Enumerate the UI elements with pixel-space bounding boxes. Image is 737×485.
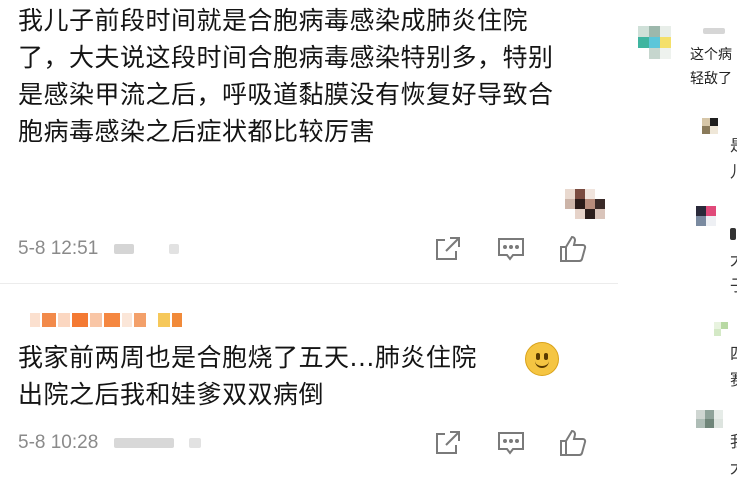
comment-text-line: 出院之后我和娃爹双双病倒 [18, 380, 325, 409]
thumbs-up-icon[interactable] [558, 234, 588, 264]
reply-text: 儿 [730, 158, 737, 182]
avatar[interactable] [714, 322, 728, 336]
reply-text: 大 [730, 246, 737, 270]
comment-text: 我家前两周也是合胞烧了五天...肺炎住院 出院之后我和娃爹双双病倒 [18, 339, 598, 413]
comment-text-line: 我家前两周也是合胞烧了五天...肺炎住院 [18, 343, 477, 372]
location-blur [168, 243, 179, 254]
reply-text: 大 [730, 454, 737, 478]
location-blur [188, 437, 201, 448]
side-thread: 这个病 轻敌了 是 儿 大 子 四 赛 我 大 [618, 0, 737, 485]
smile-emoji-icon [525, 342, 559, 376]
avatar[interactable] [696, 410, 723, 428]
reply-text: 四 [730, 340, 737, 364]
location-blur [113, 243, 134, 254]
comment-time: 5-8 12:51 [18, 238, 99, 259]
username-blur[interactable] [730, 228, 736, 240]
comment-meta: 5-8 12:51 [18, 238, 179, 260]
avatar[interactable] [638, 26, 671, 59]
avatar[interactable] [702, 118, 718, 134]
comment-meta: 5-8 10:28 [18, 432, 201, 454]
reply-text: 赛 [730, 366, 737, 390]
comment-text: 我儿子前段时间就是合胞病毒感染成肺炎住院了，大夫说这段时间合胞病毒感染特别多，特… [18, 6, 554, 146]
username-blur[interactable] [30, 313, 182, 327]
share-icon[interactable] [433, 234, 463, 264]
comment-icon[interactable] [496, 428, 526, 458]
reply-text: 子 [730, 272, 737, 296]
reply-text: 是 [730, 132, 737, 156]
reply-avatar[interactable] [565, 189, 605, 219]
thumbs-up-icon[interactable] [558, 428, 588, 458]
comment-list: 我儿子前段时间就是合胞病毒感染成肺炎住院了，大夫说这段时间合胞病毒感染特别多，特… [0, 0, 618, 485]
location-blur [113, 437, 174, 448]
username-blur[interactable] [703, 28, 725, 34]
comment-time: 5-8 10:28 [18, 432, 99, 453]
reply-text: 我 [730, 428, 737, 452]
comment-icon[interactable] [496, 234, 526, 264]
divider [0, 283, 618, 284]
share-icon[interactable] [433, 428, 463, 458]
reply-text: 这个病 [690, 47, 732, 63]
avatar[interactable] [696, 206, 716, 226]
reply-text: 轻敌了 [690, 71, 732, 87]
